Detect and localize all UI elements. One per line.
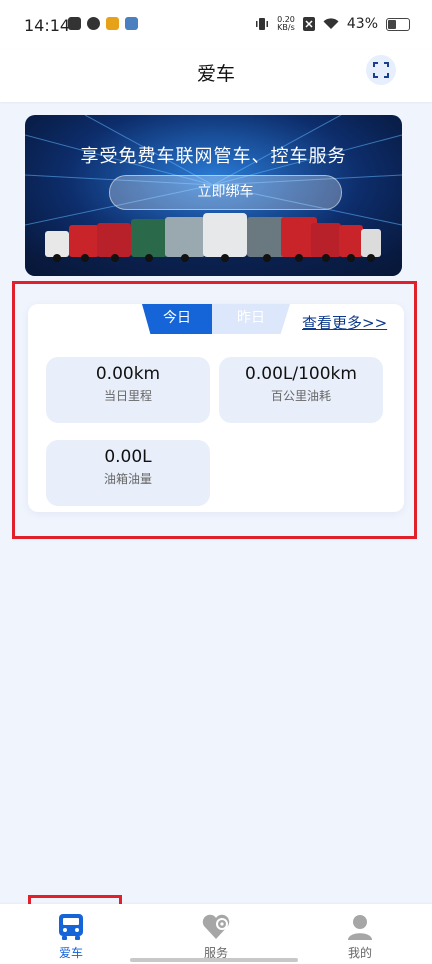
wifi-icon <box>323 18 339 29</box>
bind-vehicle-button[interactable]: 立即绑车 <box>109 175 342 210</box>
tab-label: 爱车 <box>58 946 83 960</box>
notification-icons <box>68 17 138 30</box>
truck-lineup-image <box>45 213 381 262</box>
tab-label: 我的 <box>347 946 372 960</box>
user-icon <box>348 915 372 940</box>
tab-mine[interactable]: 我的 <box>300 904 420 964</box>
bind-vehicle-banner[interactable]: 享受免费车联网管车、控车服务 立即绑车 <box>25 115 402 276</box>
banner-title: 享受免费车联网管车、控车服务 <box>80 146 347 167</box>
scan-button[interactable] <box>366 55 396 85</box>
bus-icon <box>59 914 83 940</box>
location-heart-icon <box>202 914 230 939</box>
tab-service[interactable]: 服务 <box>156 904 276 964</box>
sim-off-icon <box>302 17 315 31</box>
status-right: 0.20 KB/s 43% <box>255 16 410 32</box>
app-header: 爱车 <box>0 50 432 102</box>
scan-icon <box>373 62 389 78</box>
network-speed-unit: KB/s <box>277 23 295 32</box>
app-notification-icon <box>68 17 81 30</box>
stats-highlight-box <box>12 281 417 539</box>
app-notification-icon <box>87 17 100 30</box>
status-bar: 14:14 0.20 KB/s 43% <box>0 0 432 50</box>
battery-percent: 43% <box>346 16 378 32</box>
vibrate-icon <box>256 18 269 30</box>
battery-icon <box>386 17 410 31</box>
tab-aiche[interactable]: 爱车 <box>11 904 131 964</box>
bottom-tab-bar: 爱车 服务 我的 <box>0 904 432 964</box>
status-time: 14:14 <box>24 16 71 35</box>
app-notification-icon <box>106 17 119 30</box>
app-notification-icon <box>125 17 138 30</box>
network-speed: 0.20 KB/s <box>277 16 295 32</box>
home-indicator <box>130 958 298 962</box>
